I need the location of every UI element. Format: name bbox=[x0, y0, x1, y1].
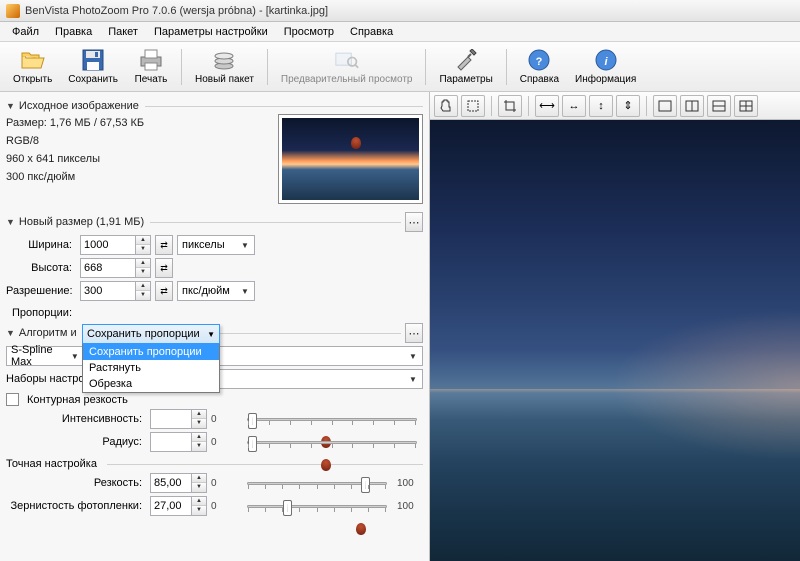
proportions-dropdown[interactable]: Сохранить пропорции▼ Сохранить пропорции… bbox=[82, 324, 220, 393]
source-thumbnail bbox=[278, 114, 423, 204]
width-label: Ширина: bbox=[6, 239, 76, 251]
floppy-icon bbox=[81, 48, 105, 72]
menu-view[interactable]: Просмотр bbox=[276, 24, 342, 40]
height-label: Высота: bbox=[6, 262, 76, 274]
dropdown-option[interactable]: Сохранить пропорции bbox=[83, 344, 219, 360]
grain-input[interactable]: ▲▼ bbox=[150, 496, 207, 516]
menu-edit[interactable]: Правка bbox=[47, 24, 100, 40]
split-quad-button[interactable] bbox=[734, 95, 758, 117]
resolution-label: Разрешение: bbox=[6, 285, 76, 297]
app-icon bbox=[6, 4, 20, 18]
link-button[interactable]: ⇄ bbox=[155, 281, 173, 301]
menu-file[interactable]: Файл bbox=[4, 24, 47, 40]
resolution-input[interactable]: ▲▼ bbox=[80, 281, 151, 301]
toolbar-separator bbox=[267, 49, 268, 85]
main-toolbar: Открыть Сохранить Печать Новый пакет Пре… bbox=[0, 42, 800, 92]
split-v-button[interactable] bbox=[680, 95, 704, 117]
info-button[interactable]: i Информация bbox=[568, 44, 643, 90]
source-info: Размер: 1,76 МБ / 67,53 КБ RGB/8 960 x 6… bbox=[6, 114, 144, 204]
new-batch-button[interactable]: Новый пакет bbox=[188, 44, 261, 90]
batch-icon bbox=[212, 48, 236, 72]
newsize-options-button[interactable]: ⋯ bbox=[405, 212, 423, 232]
nav-left-button[interactable]: ⟷ bbox=[535, 95, 559, 117]
intensity-slider[interactable] bbox=[247, 409, 417, 429]
info-icon: i bbox=[594, 48, 618, 72]
hand-tool-button[interactable] bbox=[434, 95, 458, 117]
split-none-button[interactable] bbox=[653, 95, 677, 117]
resolution-unit-combo[interactable]: пкс/дюйм▼ bbox=[177, 281, 255, 301]
tools-icon bbox=[454, 48, 478, 72]
folder-open-icon bbox=[21, 48, 45, 72]
intensity-label: Интенсивность: bbox=[6, 413, 146, 425]
collapse-icon: ▼ bbox=[6, 217, 15, 227]
algo-options-button[interactable]: ⋯ bbox=[405, 323, 423, 343]
sharpness-slider[interactable] bbox=[247, 473, 387, 493]
menu-batch[interactable]: Пакет bbox=[100, 24, 146, 40]
sharpness-label: Резкость: bbox=[6, 477, 146, 489]
right-panel: ⟷ ↔ ↕ ⇕ bbox=[430, 92, 800, 561]
toolbar-separator bbox=[506, 49, 507, 85]
printer-icon bbox=[139, 48, 163, 72]
section-newsize[interactable]: ▼ Новый размер (1,91 МБ) ⋯ bbox=[6, 212, 423, 232]
titlebar: BenVista PhotoZoom Pro 7.0.6 (wersja pró… bbox=[0, 0, 800, 22]
help-button[interactable]: ? Справка bbox=[513, 44, 566, 90]
section-source[interactable]: ▼ Исходное изображение bbox=[6, 100, 423, 112]
menu-help[interactable]: Справка bbox=[342, 24, 401, 40]
magnifier-image-icon bbox=[335, 48, 359, 72]
left-panel: ▼ Исходное изображение Размер: 1,76 МБ /… bbox=[0, 92, 430, 561]
link-button[interactable]: ⇄ bbox=[155, 258, 173, 278]
toolbar-separator bbox=[425, 49, 426, 85]
print-button[interactable]: Печать bbox=[127, 44, 175, 90]
marquee-tool-button[interactable] bbox=[461, 95, 485, 117]
nav-up-button[interactable]: ↕ bbox=[589, 95, 613, 117]
contour-checkbox[interactable] bbox=[6, 393, 19, 406]
proportions-label: Пропорции: bbox=[6, 307, 76, 319]
contour-label: Контурная резкость bbox=[27, 394, 128, 406]
window-title: BenVista PhotoZoom Pro 7.0.6 (wersja pró… bbox=[25, 5, 328, 17]
help-icon: ? bbox=[527, 48, 551, 72]
open-button[interactable]: Открыть bbox=[6, 44, 59, 90]
split-h-button[interactable] bbox=[707, 95, 731, 117]
image-preview[interactable] bbox=[430, 120, 800, 561]
grain-label: Зернистость фотопленки: bbox=[6, 500, 146, 512]
crop-tool-button[interactable] bbox=[498, 95, 522, 117]
width-unit-combo[interactable]: пикселы▼ bbox=[177, 235, 255, 255]
save-button[interactable]: Сохранить bbox=[61, 44, 125, 90]
intensity-input[interactable]: ▲▼ bbox=[150, 409, 207, 429]
preview-toolbar: ⟷ ↔ ↕ ⇕ bbox=[430, 92, 800, 120]
toolbar-separator bbox=[181, 49, 182, 85]
radius-slider[interactable] bbox=[247, 432, 417, 452]
grain-slider[interactable] bbox=[247, 496, 387, 516]
params-button[interactable]: Параметры bbox=[432, 44, 499, 90]
menubar: Файл Правка Пакет Параметры настройки Пр… bbox=[0, 22, 800, 42]
collapse-icon: ▼ bbox=[6, 101, 15, 111]
finetune-label: Точная настройка bbox=[6, 458, 97, 470]
radius-label: Радиус: bbox=[6, 436, 146, 448]
link-button[interactable]: ⇄ bbox=[155, 235, 173, 255]
height-input[interactable]: ▲▼ bbox=[80, 258, 151, 278]
svg-text:?: ? bbox=[536, 56, 543, 68]
radius-input[interactable]: ▲▼ bbox=[150, 432, 207, 452]
dropdown-option[interactable]: Растянуть bbox=[83, 360, 219, 376]
collapse-icon: ▼ bbox=[6, 328, 15, 338]
sharpness-input[interactable]: ▲▼ bbox=[150, 473, 207, 493]
method-combo[interactable]: S-Spline Max▼ bbox=[6, 346, 84, 366]
nav-right-button[interactable]: ↔ bbox=[562, 95, 586, 117]
width-input[interactable]: ▲▼ bbox=[80, 235, 151, 255]
dropdown-option[interactable]: Обрезка bbox=[83, 376, 219, 392]
preview-button[interactable]: Предварительный просмотр bbox=[274, 44, 420, 90]
nav-down-button[interactable]: ⇕ bbox=[616, 95, 640, 117]
menu-params[interactable]: Параметры настройки bbox=[146, 24, 276, 40]
